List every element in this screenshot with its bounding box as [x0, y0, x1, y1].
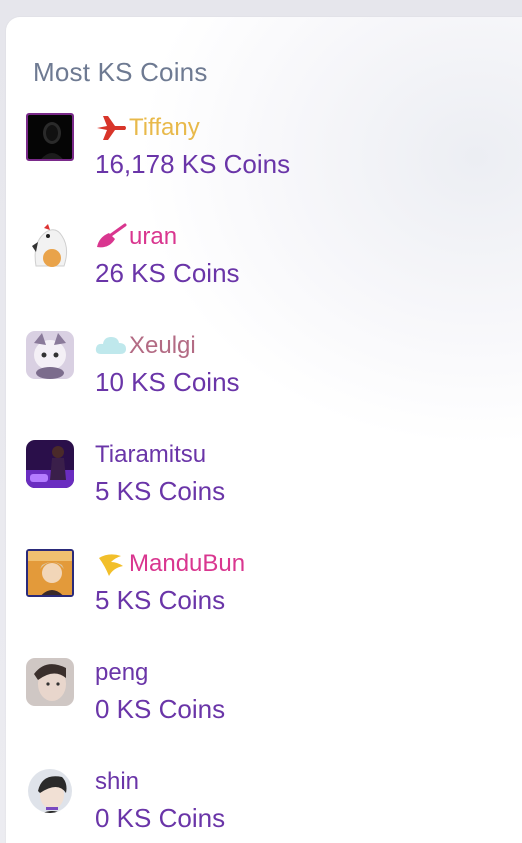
leaderboard-row-peng[interactable]: peng 0 KS Coins [24, 658, 484, 738]
avatar[interactable] [26, 113, 74, 161]
coin-count: 0 KS Coins [95, 694, 226, 724]
leaderboard-row-tiffany[interactable]: Tiffany 16,178 KS Coins [24, 113, 484, 193]
coin-count: 10 KS Coins [95, 367, 240, 397]
coin-count: 5 KS Coins [95, 476, 226, 506]
username-text: shin [95, 768, 140, 795]
airplane-icon [95, 114, 127, 142]
username[interactable]: shin [95, 767, 139, 797]
username[interactable]: uran [95, 222, 177, 252]
avatar[interactable] [26, 658, 74, 706]
username[interactable]: Tiaramitsu [95, 440, 206, 470]
cloud-icon [95, 332, 127, 360]
username-text: ManduBun [129, 550, 246, 577]
leaderboard-row-uran[interactable]: uran 26 KS Coins [24, 222, 484, 302]
username-text: peng [95, 659, 149, 686]
username[interactable]: ManduBun [95, 549, 245, 579]
coin-count: 5 KS Coins [95, 585, 226, 615]
leaderboard-row-tiaramitsu[interactable]: Tiaramitsu 5 KS Coins [24, 440, 484, 520]
username[interactable]: Tiffany [95, 113, 200, 143]
avatar[interactable] [26, 222, 74, 270]
coin-count: 26 KS Coins [95, 258, 240, 288]
broom-icon [95, 223, 127, 251]
avatar[interactable] [26, 440, 74, 488]
leaderboard-row-shin[interactable]: shin 0 KS Coins [24, 767, 484, 843]
leaderboard-title: Most KS Coins [33, 57, 208, 87]
coin-count: 0 KS Coins [95, 803, 226, 833]
avatar[interactable] [26, 549, 74, 597]
banana-icon [95, 550, 127, 578]
leaderboard-row-xeulgi[interactable]: Xeulgi 10 KS Coins [24, 331, 484, 411]
coin-count: 16,178 KS Coins [95, 149, 291, 179]
username-text: uran [129, 223, 178, 250]
username-text: Tiffany [129, 114, 200, 141]
leaderboard-row-mandubun[interactable]: ManduBun 5 KS Coins [24, 549, 484, 629]
username[interactable]: peng [95, 658, 148, 688]
username-text: Tiaramitsu [95, 441, 207, 468]
avatar[interactable] [26, 331, 74, 379]
username[interactable]: Xeulgi [95, 331, 196, 361]
avatar[interactable] [28, 769, 72, 813]
username-text: Xeulgi [129, 332, 196, 359]
